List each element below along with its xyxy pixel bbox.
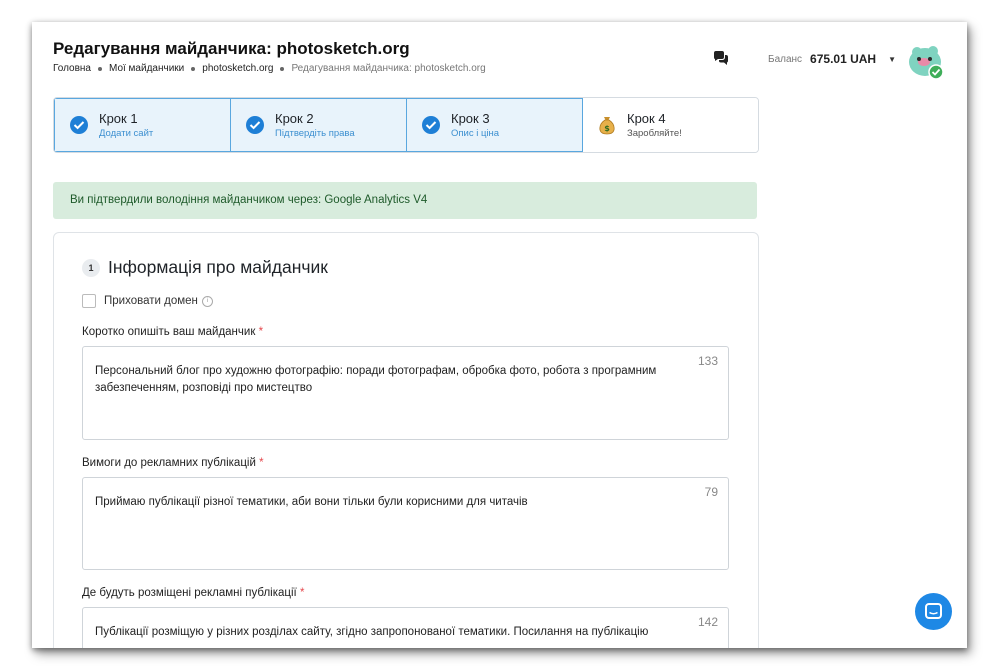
description-textarea[interactable]: Персональний блог про художню фотографію… bbox=[82, 346, 729, 440]
balance-value: 675.01 UAH bbox=[810, 52, 877, 66]
avatar[interactable] bbox=[905, 40, 945, 80]
step-name: Крок 1 bbox=[99, 111, 138, 126]
svg-text:$: $ bbox=[604, 124, 610, 133]
required-marker: * bbox=[258, 326, 264, 338]
char-counter: 79 bbox=[704, 485, 718, 499]
breadcrumb-site[interactable]: photosketch.org bbox=[202, 63, 273, 74]
check-circle-icon bbox=[70, 116, 88, 134]
section-number: 1 bbox=[82, 258, 100, 277]
support-chat-button[interactable] bbox=[915, 593, 952, 630]
step-3[interactable]: Крок 3 Опис і ціна bbox=[407, 98, 583, 152]
hide-domain-option: Приховати домен i bbox=[82, 294, 213, 308]
chat-bubble-icon bbox=[925, 603, 942, 619]
requirements-value: Приймаю публікації різної тематики, аби … bbox=[95, 496, 528, 508]
check-circle-icon bbox=[422, 116, 440, 134]
required-marker: * bbox=[299, 587, 305, 599]
money-bag-icon: $ bbox=[599, 117, 615, 135]
breadcrumb-separator bbox=[191, 66, 196, 71]
breadcrumb-separator bbox=[98, 66, 102, 71]
hide-domain-checkbox[interactable] bbox=[82, 294, 96, 308]
char-counter: 133 bbox=[697, 354, 718, 368]
breadcrumb: Головна Мої майданчики photosketch.org Р… bbox=[53, 63, 486, 74]
step-2[interactable]: Крок 2 Підтвердіть права bbox=[231, 98, 407, 152]
step-name: Крок 3 bbox=[451, 111, 490, 126]
step-subtitle: Підтвердіть права bbox=[275, 128, 355, 139]
balance-label: Баланс bbox=[768, 53, 803, 65]
field-label-text: Коротко опишіть ваш майданчик bbox=[82, 326, 256, 338]
placement-value: Публікації розміщую у різних розділах са… bbox=[95, 626, 649, 638]
field-label-text: Де будуть розміщені рекламні публікації bbox=[82, 587, 297, 599]
field-label-placement: Де будуть розміщені рекламні публікації … bbox=[82, 587, 304, 599]
chat-icon[interactable] bbox=[713, 50, 729, 66]
description-value: Персональний блог про художню фотографію… bbox=[95, 365, 657, 394]
breadcrumb-my-sites[interactable]: Мої майданчики bbox=[109, 63, 184, 74]
site-info-card: 1 Інформація про майданчик Приховати дом… bbox=[53, 232, 759, 648]
breadcrumb-separator bbox=[280, 66, 285, 71]
required-marker: * bbox=[259, 457, 264, 469]
wizard-steps: Крок 1 Додати сайт Крок 2 Підтвердіть пр… bbox=[53, 97, 759, 153]
check-circle-icon bbox=[246, 116, 264, 134]
page-header: Редагування майданчика: photosketch.org … bbox=[32, 22, 967, 92]
requirements-textarea[interactable]: Приймаю публікації різної тематики, аби … bbox=[82, 477, 729, 570]
page-title: Редагування майданчика: photosketch.org bbox=[53, 39, 410, 58]
step-4[interactable]: $ Крок 4 Заробляйте! bbox=[583, 98, 758, 152]
step-name: Крок 4 bbox=[627, 111, 666, 126]
char-counter: 142 bbox=[697, 615, 718, 629]
field-label-text: Вимоги до рекламних публікацій bbox=[82, 457, 256, 469]
hide-domain-label: Приховати домен bbox=[104, 295, 198, 307]
step-name: Крок 2 bbox=[275, 111, 314, 126]
breadcrumb-home[interactable]: Головна bbox=[53, 63, 91, 74]
info-icon[interactable]: i bbox=[201, 295, 213, 307]
balance-dropdown[interactable]: Баланс 675.01 UAH ▼ bbox=[768, 52, 896, 66]
field-label-description: Коротко опишіть ваш майданчик * bbox=[82, 326, 263, 338]
placement-textarea[interactable]: Публікації розміщую у різних розділах са… bbox=[82, 607, 729, 648]
section-title: Інформація про майданчик bbox=[108, 257, 328, 277]
section-header: 1 Інформація про майданчик bbox=[82, 257, 328, 278]
step-subtitle: Опис і ціна bbox=[451, 128, 500, 139]
breadcrumb-current: Редагування майданчика: photosketch.org bbox=[291, 63, 486, 74]
success-alert: Ви підтвердили володіння майданчиком чер… bbox=[53, 182, 757, 219]
step-1[interactable]: Крок 1 Додати сайт bbox=[54, 98, 231, 152]
step-subtitle: Додати сайт bbox=[99, 128, 154, 139]
caret-down-icon: ▼ bbox=[888, 54, 897, 64]
field-label-requirements: Вимоги до рекламних публікацій * bbox=[82, 457, 264, 469]
step-subtitle: Заробляйте! bbox=[627, 128, 682, 139]
app-window: Редагування майданчика: photosketch.org … bbox=[32, 22, 967, 648]
